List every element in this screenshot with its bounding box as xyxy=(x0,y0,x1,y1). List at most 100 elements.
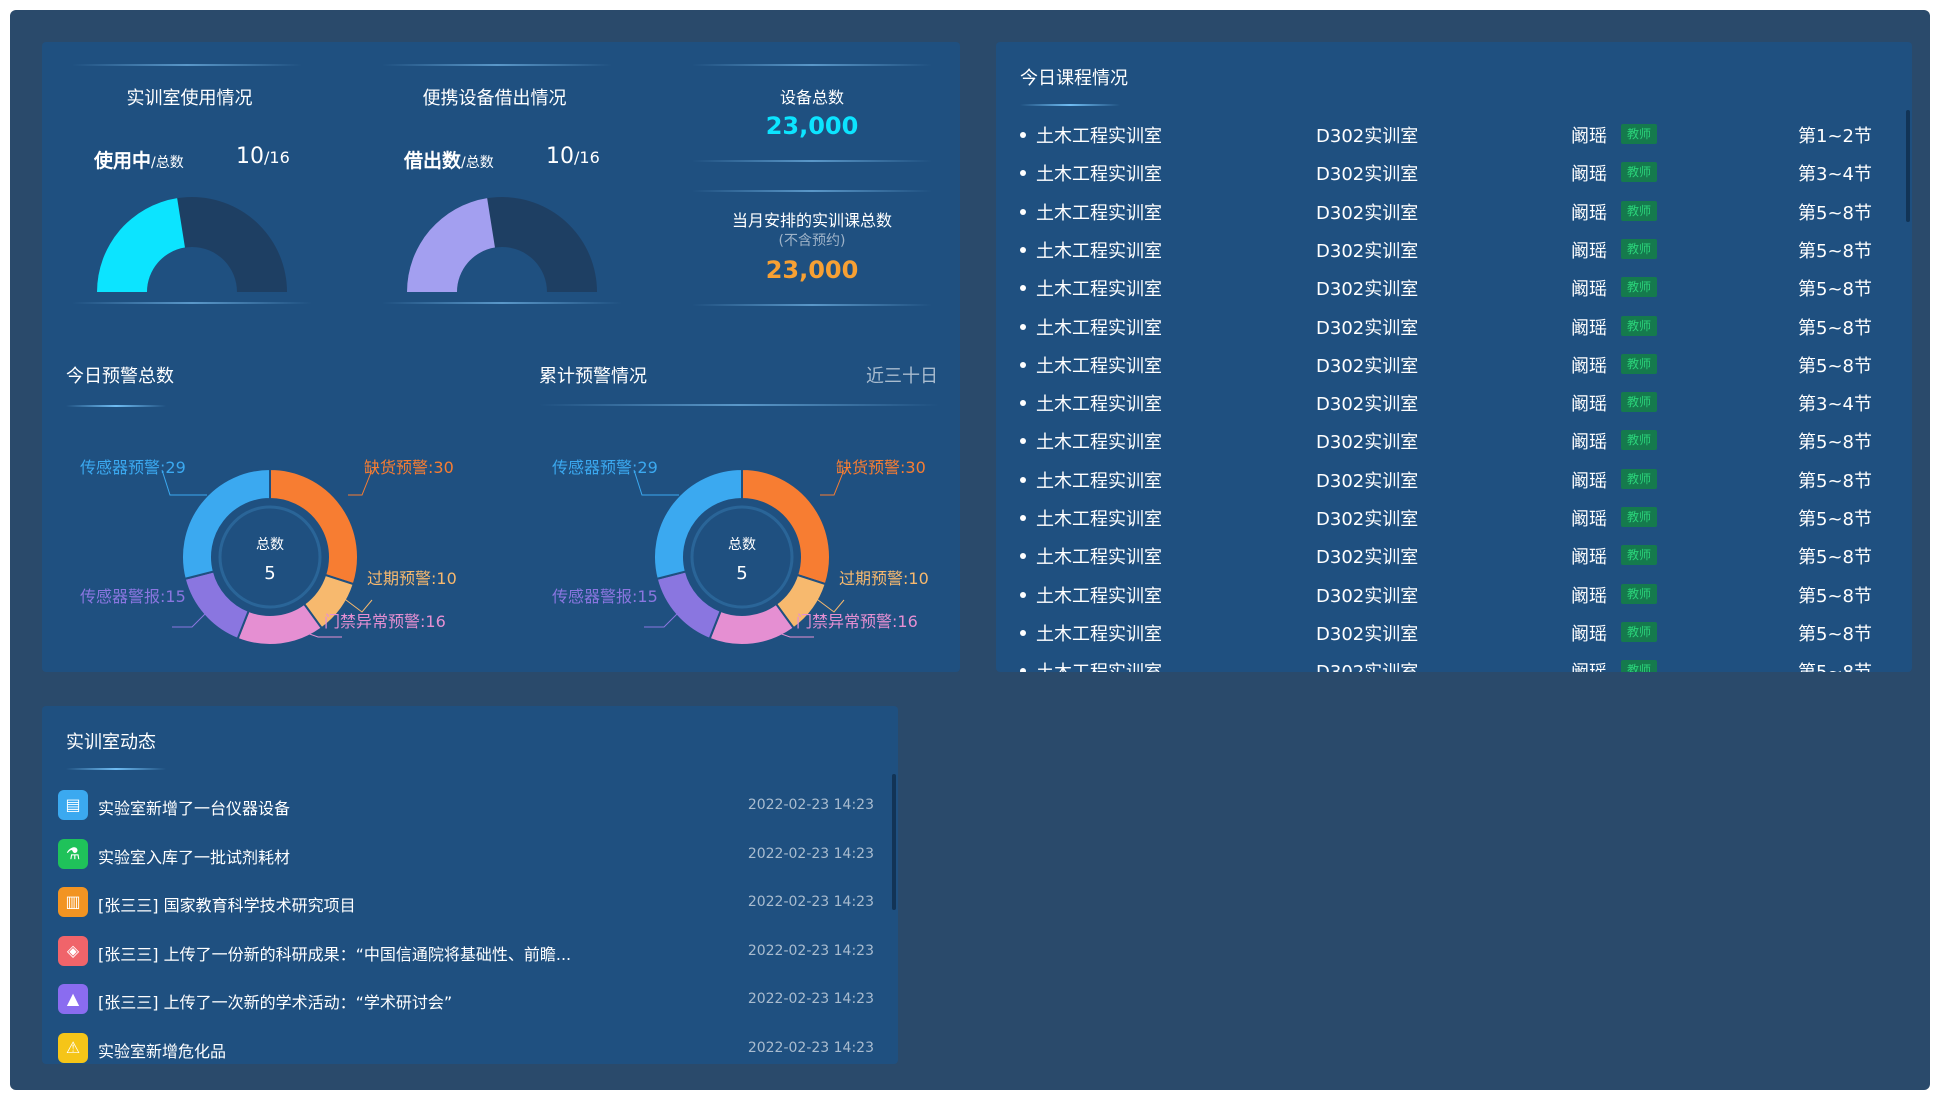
course-teacher: 阚瑶 xyxy=(1571,164,1607,186)
activity-text: 实验室入库了一批试剂耗材 xyxy=(98,847,291,867)
course-room: D302实训室 xyxy=(1316,394,1419,416)
course-row[interactable]: 土木工程实训室D302实训室阚瑶教师第5~8节 xyxy=(996,537,1896,575)
activity-time: 2022-02-23 14:23 xyxy=(747,942,874,959)
donut-center-value-2: 5 xyxy=(736,563,747,584)
course-teacher: 阚瑶 xyxy=(1571,394,1607,416)
role-badge: 教师 xyxy=(1621,124,1658,144)
activity-time: 2022-02-23 14:23 xyxy=(747,797,874,813)
course-row[interactable]: 土木工程实训室 D302实训室 阚瑶 教师 第3~4节 xyxy=(996,154,1896,192)
course-row[interactable]: 土木工程实训室 D302实训室 阚瑶 教师 第3~4节 xyxy=(996,384,1896,422)
cumulative-warnings-title: 累计预警情况 xyxy=(539,366,647,387)
course-period: 第5~8节 xyxy=(1798,432,1872,454)
course-row[interactable]: 土木工程实训室D302实训室阚瑶教师第5~8节 xyxy=(996,346,1896,384)
course-teacher: 阚瑶 xyxy=(1571,470,1607,492)
course-room: D302实训室 xyxy=(1316,355,1419,377)
course-period: 第5~8节 xyxy=(1798,355,1872,377)
course-row[interactable]: 土木工程实训室D302实训室阚瑶教师第5~8节 xyxy=(996,422,1896,460)
course-teacher: 阚瑶 xyxy=(1571,317,1607,339)
role-badge: 教师 xyxy=(1621,430,1658,451)
today-warnings-title: 今日预警总数 xyxy=(66,366,174,387)
course-room: D302实训室 xyxy=(1316,126,1419,147)
course-room: D302实训室 xyxy=(1316,470,1419,492)
activity-time: 2022-02-23 14:23 xyxy=(747,845,874,862)
role-badge: 教师 xyxy=(1621,583,1658,604)
activity-item[interactable]: ⚠ 实验室新增危化品 2022-02-23 14:23 xyxy=(42,1029,892,1065)
course-lab-name: 土木工程实训室 xyxy=(1036,164,1162,186)
bullet-icon xyxy=(1020,553,1026,560)
course-period: 第1~2节 xyxy=(1798,126,1872,147)
server-icon: ▤ xyxy=(58,790,88,820)
device-loan-gauge xyxy=(407,197,597,292)
course-row[interactable]: 土木工程实训室D302实训室阚瑶教师第5~8节 xyxy=(996,461,1896,499)
monthly-courses-note: (不含预约) xyxy=(778,233,846,249)
course-lab-name: 土木工程实训室 xyxy=(1036,202,1162,224)
bullet-icon xyxy=(1020,438,1026,445)
role-badge: 教师 xyxy=(1621,315,1658,336)
course-lab-name: 土木工程实训室 xyxy=(1036,240,1162,262)
course-row[interactable]: 土木工程实训室D302实训室阚瑶教师第5~8节 xyxy=(996,231,1896,269)
course-teacher: 阚瑶 xyxy=(1571,279,1607,301)
activity-item[interactable]: ▲ [张三三] 上传了一次新的学术活动：“学术研讨会” 2022-02-23 14:… xyxy=(42,980,892,1020)
role-badge: 教师 xyxy=(1621,507,1658,527)
device-total-value: 23,000 xyxy=(765,112,859,140)
course-lab-name: 土木工程实训室 xyxy=(1036,509,1162,530)
legend-sensor-warn: 传感器预警:29 xyxy=(80,458,186,477)
course-room: D302实训室 xyxy=(1316,279,1419,301)
sensor-warn-segment xyxy=(653,467,743,581)
course-row[interactable]: 土木工程实训室D302实训室阚瑶教师第5~8节 xyxy=(996,614,1896,652)
course-lab-name: 土木工程实训室 xyxy=(1036,585,1162,607)
role-badge: 教师 xyxy=(1621,353,1658,374)
bullet-icon xyxy=(1020,476,1026,483)
cube-icon: ◈ xyxy=(58,935,88,966)
stock-warn-segment xyxy=(269,467,359,586)
sensor-alarm-segment xyxy=(655,570,722,641)
course-row[interactable]: 土木工程实训室D302实训室阚瑶教师第5~8节 xyxy=(996,576,1896,614)
course-row[interactable]: 土木工程实训室D302实训室阚瑶教师第5~8节 xyxy=(996,499,1896,537)
course-period: 第5~8节 xyxy=(1798,279,1872,301)
course-row[interactable]: 土木工程实训室D302实训室阚瑶教师第5~8节 xyxy=(996,308,1896,346)
donut-inner-ring xyxy=(690,505,794,609)
sensor-warn-segment xyxy=(181,467,271,581)
door-warn-segment xyxy=(236,602,324,646)
course-row[interactable]: 土木工程实训室D302实训室阚瑶教师第5~8节 xyxy=(996,652,1896,672)
lab-usage-gauge-fill xyxy=(97,198,185,292)
legend-sensor-alarm-2: 传感器警报:15 xyxy=(552,587,658,606)
course-room: D302实训室 xyxy=(1316,547,1419,569)
course-teacher: 阚瑶 xyxy=(1571,585,1607,607)
course-period: 第5~8节 xyxy=(1798,585,1872,607)
archive-icon: ▥ xyxy=(58,887,88,917)
course-room: D302实训室 xyxy=(1316,164,1419,186)
activity-text: [张三三] 国家教育科学技术研究项目 xyxy=(98,896,356,915)
activity-title: 实训室动态 xyxy=(66,732,156,753)
sensor-alarm-segment xyxy=(183,570,250,641)
course-row[interactable]: 土木工程实训室D302实训室阚瑶教师第5~8节 xyxy=(996,193,1896,231)
course-teacher: 阚瑶 xyxy=(1571,547,1607,569)
course-row[interactable]: 土木工程实训室 D302实训室 阚瑶 教师 第1~2节 xyxy=(996,116,1896,154)
course-teacher: 阚瑶 xyxy=(1571,126,1607,147)
activity-item[interactable]: ▥ [张三三] 国家教育科学技术研究项目 2022-02-23 14:23 xyxy=(42,883,892,923)
legend-door-warn: 门禁异常预警:16 xyxy=(324,612,446,631)
course-period: 第3~4节 xyxy=(1798,164,1872,186)
activity-item[interactable]: ⚗ 实验室入库了一批试剂耗材 2022-02-23 14:23 xyxy=(42,835,892,875)
course-period: 第5~8节 xyxy=(1798,547,1872,569)
activity-item[interactable]: ◈ [张三三] 上传了一份新的科研成果：“中国信通院将基础性、前瞻... 2022-… xyxy=(42,932,892,972)
course-room: D302实训室 xyxy=(1316,240,1419,262)
legend-sensor-alarm: 传感器警报:15 xyxy=(80,587,186,606)
course-period: 第5~8节 xyxy=(1798,202,1872,224)
activity-item[interactable]: ▤ 实验室新增了一台仪器设备 2022-02-23 14:23 xyxy=(42,786,892,826)
courses-panel: 今日课程情况 土木工程实训室 D302实训室 阚瑶 教师 第1~2节 土木工程实训室 D30… xyxy=(996,42,1912,672)
course-room: D302实训室 xyxy=(1316,509,1419,530)
role-badge: 教师 xyxy=(1621,200,1658,221)
donut-inner-ring xyxy=(218,505,322,609)
range-filter-label[interactable]: 近三十日 xyxy=(866,362,938,388)
role-badge: 教师 xyxy=(1621,660,1658,672)
course-period: 第5~8节 xyxy=(1798,623,1872,645)
course-row[interactable]: 土木工程实训室D302实训室阚瑶教师第5~8节 xyxy=(996,269,1896,307)
lab-usage-gauge xyxy=(97,197,287,292)
role-badge: 教师 xyxy=(1621,392,1658,413)
lab-usage-value: 10/16 xyxy=(236,144,290,169)
activity-scrollbar[interactable] xyxy=(892,774,896,910)
courses-scrollbar[interactable] xyxy=(1906,110,1910,222)
role-badge: 教师 xyxy=(1621,468,1658,489)
bullet-icon xyxy=(1020,246,1026,253)
